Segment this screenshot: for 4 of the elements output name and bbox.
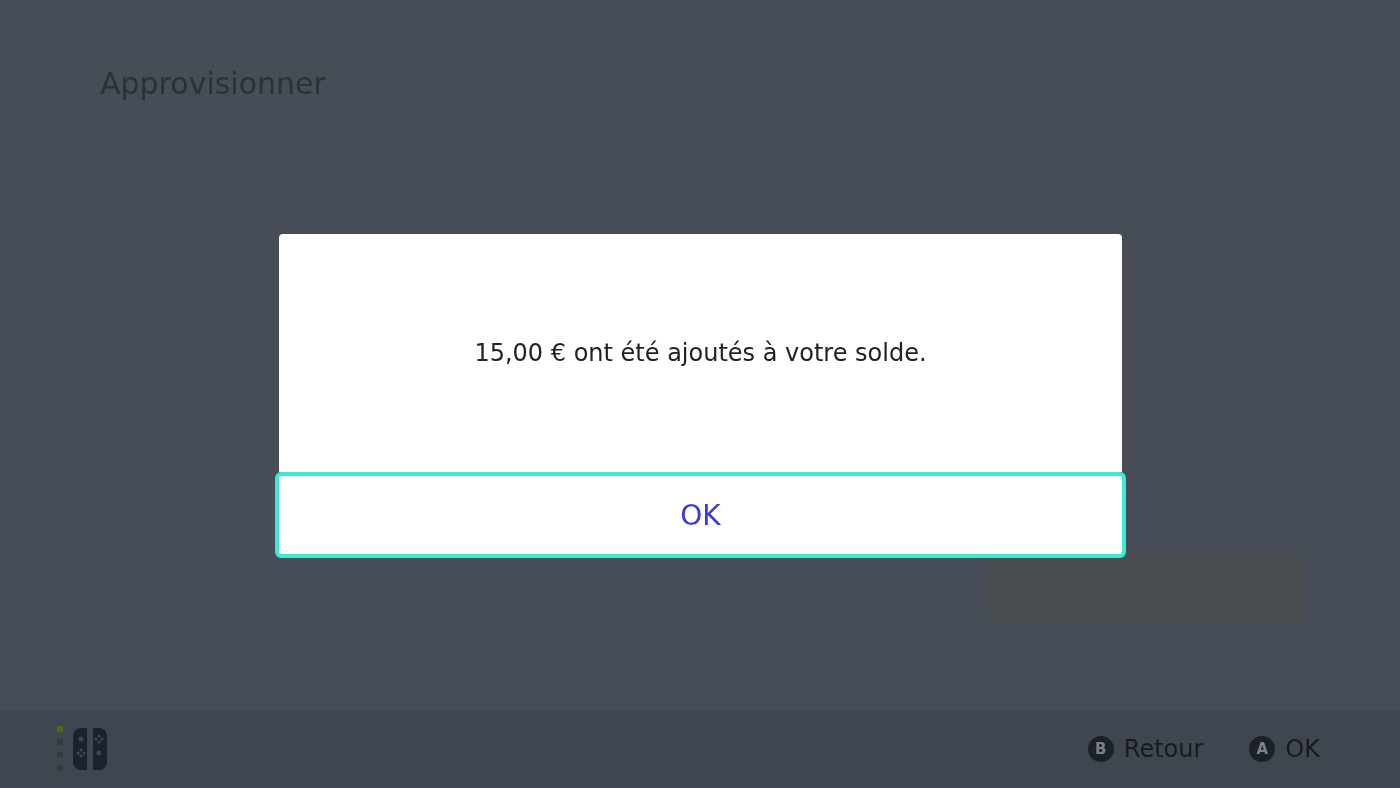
dialog-message: 15,00 € ont été ajoutés à votre solde. — [474, 339, 927, 367]
button-glyph-icon: A — [1249, 736, 1276, 762]
button-glyph-icon: B — [1087, 736, 1114, 762]
ok-button[interactable]: OK — [275, 472, 1126, 558]
